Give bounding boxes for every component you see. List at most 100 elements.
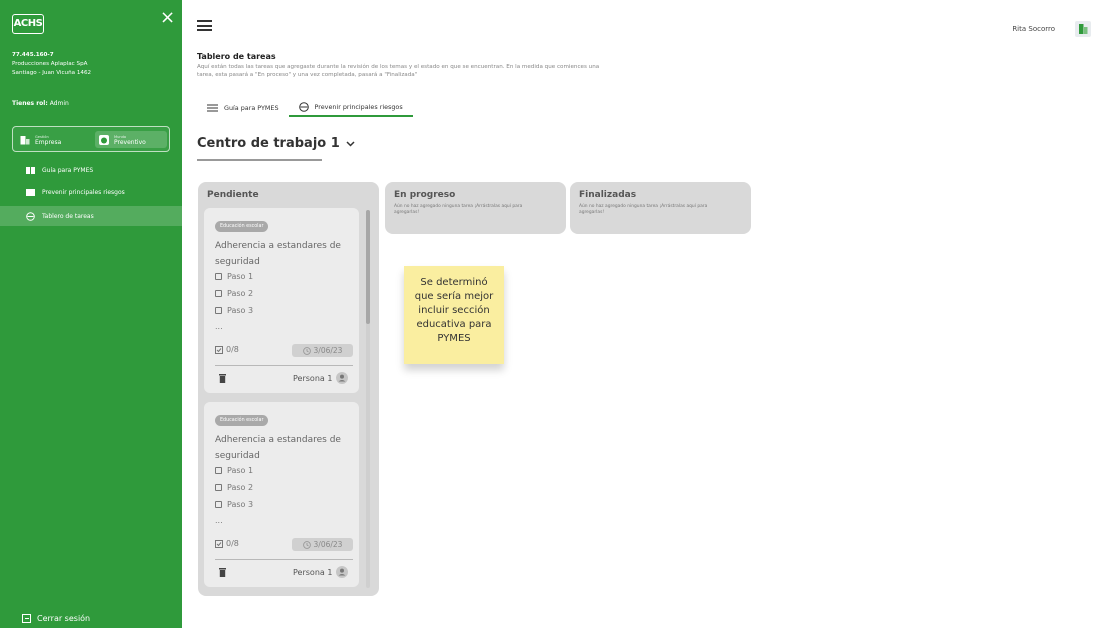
logout-label: Cerrar sesión	[37, 614, 91, 623]
step-label: Paso 2	[227, 289, 254, 298]
guide-icon	[26, 166, 35, 174]
checkbox-icon	[215, 290, 222, 297]
more-steps-ellipsis: ...	[215, 516, 223, 525]
step-item[interactable]: Paso 1	[215, 272, 253, 281]
step-label: Paso 1	[227, 272, 254, 281]
card-divider	[215, 559, 353, 560]
user-name[interactable]: Rita Socorro	[1012, 25, 1055, 33]
column-empty-message: Aún no haz agregado ninguna tarea ¡Arrás…	[394, 204, 523, 215]
sidebar: ACHS × 77.445.160-7 Producciones Aplapla…	[0, 0, 182, 628]
step-label: Paso 3	[227, 306, 254, 315]
column-pendiente: Pendiente Educación escolar Adherencia a…	[198, 182, 379, 596]
assignee[interactable]: Persona 1	[293, 566, 349, 578]
module-preventivo-caption: Mundo	[114, 134, 127, 139]
achs-logo: ACHS	[12, 14, 44, 34]
card-title: Adherencia a estandares de seguridad	[215, 241, 341, 267]
role-label: Tienes rol:	[12, 100, 48, 107]
module-switcher: Gestión Empresa Mundo Preventivo	[12, 126, 170, 152]
sidebar-item-guia-pymes[interactable]: Guía para PYMES	[0, 160, 182, 180]
tab-label: Guía para PYMES	[224, 103, 279, 112]
close-sidebar-icon[interactable]: ×	[160, 8, 175, 28]
module-empresa[interactable]: Gestión Empresa	[16, 131, 92, 148]
column-title: Finalizadas	[579, 190, 637, 200]
logout-button[interactable]: Cerrar sesión	[22, 614, 90, 623]
assignee-name: Persona 1	[293, 373, 333, 383]
step-item[interactable]: Paso 3	[215, 306, 253, 315]
card-title: Adherencia a estandares de seguridad	[215, 435, 341, 461]
category-chip: Educación escolar	[215, 221, 269, 232]
avatar-icon	[336, 566, 349, 578]
progress-value: 0/8	[226, 539, 239, 548]
assignee[interactable]: Persona 1	[293, 372, 349, 384]
trash-icon[interactable]	[219, 568, 226, 577]
more-steps-ellipsis: ...	[215, 322, 223, 331]
trash-icon[interactable]	[219, 374, 226, 383]
column-title: Pendiente	[207, 190, 259, 200]
sidebar-item-label: Tablero de tareas	[42, 212, 94, 220]
work-center-label: Centro de trabajo 1	[197, 136, 340, 151]
preventive-world-icon	[99, 134, 109, 145]
column-en-progreso[interactable]: En progreso Aún no haz agregado ninguna …	[385, 182, 566, 234]
module-empresa-caption: Gestión	[35, 134, 49, 139]
avatar-icon	[336, 372, 349, 384]
step-label: Paso 2	[227, 483, 254, 492]
company-address: Santiago - Juan Vicuña 1462	[12, 70, 92, 76]
checkbox-icon	[215, 307, 222, 314]
sidebar-item-prevenir-riesgos[interactable]: Prevenir principales riesgos	[0, 182, 182, 202]
work-center-dropdown[interactable]: Centro de trabajo 1	[197, 136, 355, 151]
step-label: Paso 3	[227, 500, 254, 509]
tab-label: Prevenir principales riesgos	[314, 102, 403, 111]
page-title: Tablero de tareas	[197, 52, 276, 61]
column-finalizadas[interactable]: Finalizadas Aún no haz agregado ninguna …	[570, 182, 751, 234]
step-item[interactable]: Paso 3	[215, 500, 253, 509]
checklist-icon	[215, 539, 223, 548]
checkbox-icon	[215, 467, 222, 474]
sidebar-item-label: Guía para PYMES	[42, 166, 94, 174]
sticky-note: Se determinó que sería mejor incluir sec…	[404, 266, 504, 364]
work-center-underline	[197, 159, 322, 161]
due-date-badge[interactable]: 3/06/23	[292, 344, 353, 357]
chevron-down-icon	[346, 140, 355, 147]
sidebar-item-label: Prevenir principales riesgos	[42, 188, 125, 196]
due-date: 3/06/23	[313, 346, 343, 355]
due-date: 3/06/23	[313, 540, 343, 549]
company-name: Producciones Aplaplac SpA	[12, 61, 88, 67]
step-item[interactable]: Paso 2	[215, 289, 253, 298]
user-company-icon[interactable]	[1075, 21, 1091, 37]
step-label: Paso 1	[227, 466, 254, 475]
module-empresa-label: Empresa	[35, 138, 62, 146]
module-preventivo[interactable]: Mundo Preventivo	[95, 131, 167, 148]
due-date-badge[interactable]: 3/06/23	[292, 538, 353, 551]
building-icon	[1079, 24, 1088, 34]
company-rut: 77.445.160-7	[12, 52, 54, 58]
step-item[interactable]: Paso 2	[215, 483, 253, 492]
step-progress: 0/8	[215, 345, 239, 354]
page-description: Aquí están todas las tareas que agregast…	[197, 64, 600, 78]
step-progress: 0/8	[215, 539, 239, 548]
assignee-name: Persona 1	[293, 567, 333, 577]
tab-prevenir-riesgos[interactable]: Prevenir principales riesgos	[288, 98, 413, 117]
hamburger-menu-icon[interactable]	[197, 20, 212, 31]
card-divider	[215, 365, 353, 366]
tab-guia-pymes[interactable]: Guía para PYMES	[197, 98, 289, 117]
checkbox-icon	[215, 273, 222, 280]
column-empty-message: Aún no haz agregado ninguna tarea ¡Arrás…	[579, 204, 708, 215]
module-preventivo-label: Preventivo	[114, 138, 146, 146]
building-icon	[20, 135, 30, 144]
step-item[interactable]: Paso 1	[215, 466, 253, 475]
column-title: En progreso	[394, 190, 456, 200]
checkbox-icon	[215, 484, 222, 491]
sidebar-item-tablero-tareas[interactable]: Tablero de tareas	[0, 206, 182, 226]
task-card[interactable]: Educación escolar Adherencia a estandare…	[204, 402, 359, 587]
organization-info: 77.445.160-7 Producciones Aplaplac SpA S…	[12, 51, 91, 78]
progress-value: 0/8	[226, 345, 239, 354]
user-role: Tienes rol: Admin	[12, 100, 69, 107]
list-icon	[207, 104, 218, 111]
scrollbar-thumb[interactable]	[366, 210, 370, 324]
board-icon	[26, 211, 35, 221]
tabs: Guía para PYMES Prevenir principales rie…	[197, 98, 413, 117]
task-card[interactable]: Educación escolar Adherencia a estandare…	[204, 208, 359, 393]
risk-icon	[26, 188, 35, 196]
clock-icon	[302, 346, 311, 355]
clock-icon	[302, 540, 311, 549]
